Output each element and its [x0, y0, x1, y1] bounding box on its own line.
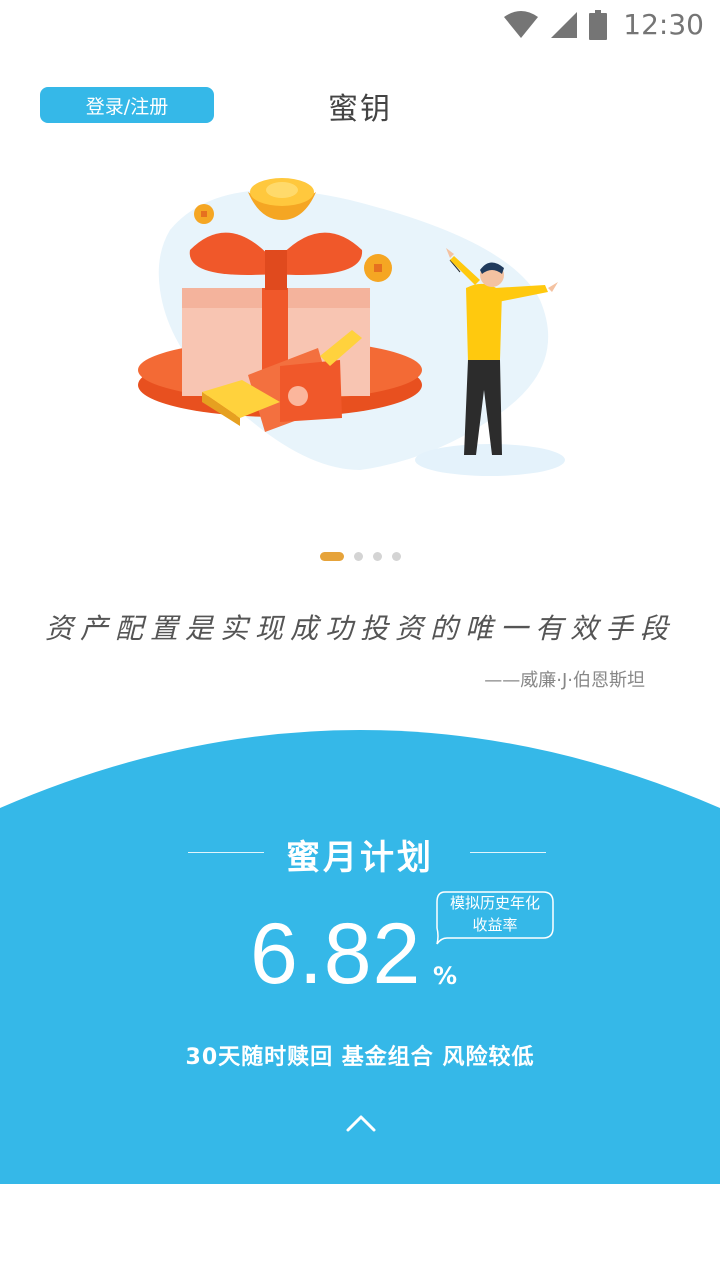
app-screen: 12:30 登录/注册 蜜钥 资产配置是实现成功投资的唯一有效手段 ——威廉·J…: [0, 0, 720, 1280]
chevron-up-icon[interactable]: [344, 1110, 378, 1136]
carousel-dot[interactable]: [391, 552, 401, 561]
quote-text: 资产配置是实现成功投资的唯一有效手段: [44, 612, 675, 645]
carousel-dot[interactable]: [372, 552, 382, 561]
rate-label: 模拟历史年化 收益率: [433, 892, 557, 936]
person-shadow: [415, 444, 565, 476]
battery-icon: [589, 9, 608, 40]
quote-author: ——威廉·J·伯恩斯坦: [484, 670, 645, 691]
carousel-dot[interactable]: [353, 552, 363, 561]
carousel-dot[interactable]: [319, 552, 344, 561]
rate-label-line1: 模拟历史年化: [449, 894, 540, 912]
rate-percent-sign: %: [433, 962, 458, 990]
annual-rate-value: 6.82: [250, 906, 422, 1002]
app-title: 蜜钥: [328, 92, 392, 127]
plan-title: 蜜月计划: [286, 838, 434, 878]
status-bar: 12:30: [0, 0, 720, 50]
wifi-icon: [504, 10, 539, 38]
rate-label-line2: 收益率: [472, 916, 518, 934]
carousel-indicator: [0, 552, 720, 561]
gift-banner-illustration: [138, 178, 565, 476]
title-divider-right: [470, 852, 546, 853]
status-time: 12:30: [623, 8, 704, 41]
plan-features: 30天随时赎回 基金组合 风险较低: [185, 1045, 535, 1070]
cellular-signal-icon: [551, 11, 578, 38]
